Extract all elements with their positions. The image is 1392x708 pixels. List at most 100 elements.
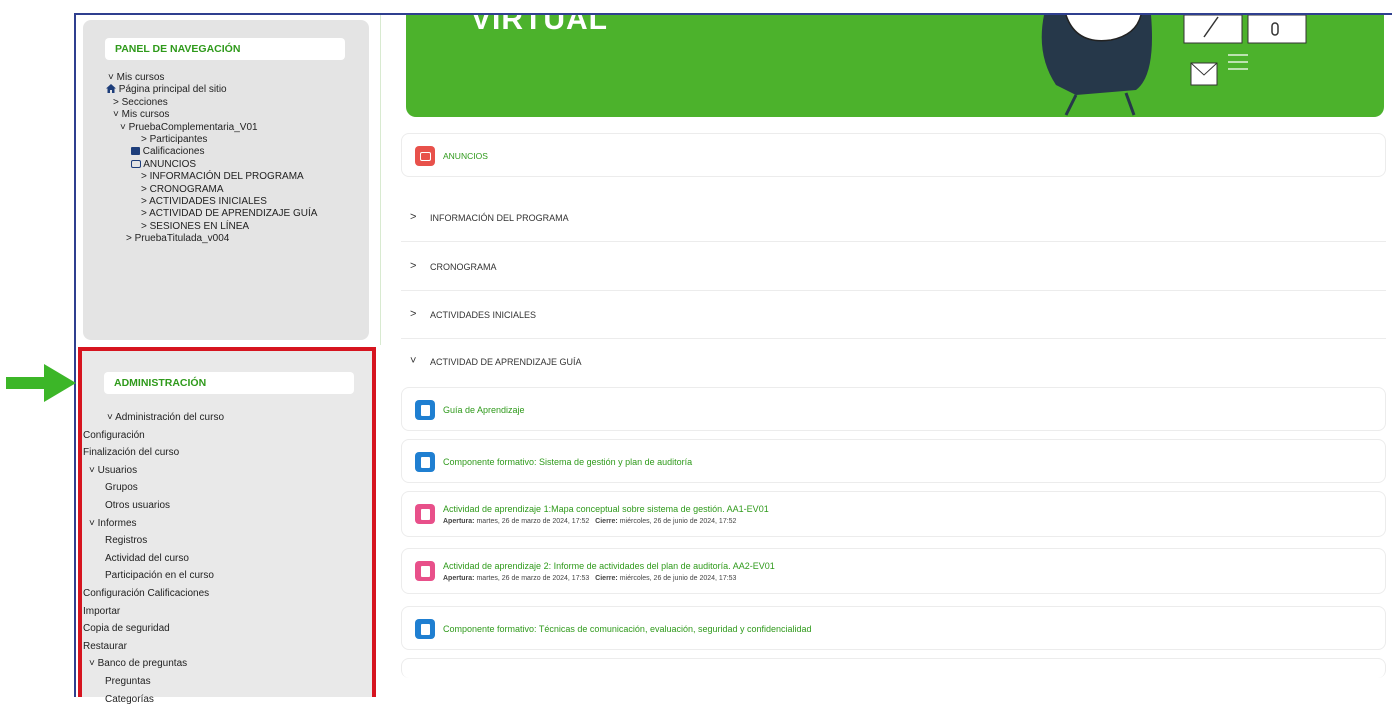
nav-item-actividad-guia[interactable]: > ACTIVIDAD DE APRENDIZAJE GUÍA	[106, 208, 321, 220]
nav-item-label: ACTIVIDADES INICIALES	[149, 196, 267, 207]
admin-item[interactable]: Copia de seguridad	[83, 620, 224, 638]
banner-title: VIRTUAL	[471, 15, 608, 37]
open-label: Apertura:	[443, 575, 475, 582]
admin-item-label: Importar	[83, 606, 120, 617]
chevron-right-icon: >	[410, 308, 416, 320]
nav-item-mis-cursos-2[interactable]: ˅ Mis cursos	[106, 109, 341, 121]
admin-item[interactable]: ˅ Administración del curso	[105, 409, 224, 427]
admin-item[interactable]: Finalización del curso	[83, 444, 224, 462]
banner-illustration	[1036, 15, 1366, 117]
admin-item[interactable]: ˅ Usuarios	[89, 462, 224, 480]
nav-item-calificaciones[interactable]: Calificaciones	[106, 146, 341, 158]
announcements-card[interactable]: ANUNCIOS	[401, 133, 1386, 177]
activity-dates: Apertura: martes, 26 de marzo de 2024, 1…	[443, 518, 736, 525]
nav-item-info-programa[interactable]: > INFORMACIÓN DEL PROGRAMA	[106, 171, 341, 183]
nav-item-anuncios[interactable]: ANUNCIOS	[106, 159, 341, 171]
admin-item[interactable]: Restaurar	[83, 638, 224, 656]
nav-item-label: SESIONES EN LÍNEA	[150, 221, 249, 232]
navigation-panel: PANEL DE NAVEGACIÓN ˅ Mis cursos Página …	[83, 20, 369, 340]
activity-link[interactable]: Guía de Aprendizaje	[443, 405, 525, 415]
pointer-arrow-icon	[6, 362, 78, 404]
chevron-right-icon: >	[410, 211, 416, 223]
administration-panel: ADMINISTRACIÓN ˅ Administración del curs…	[78, 347, 376, 697]
admin-item-label: Usuarios	[98, 465, 137, 476]
activity-aa2[interactable]: Actividad de aprendizaje 2: Informe de a…	[401, 548, 1386, 594]
admin-item[interactable]: Importar	[83, 603, 224, 621]
nav-item-cronograma[interactable]: > CRONOGRAMA	[106, 184, 341, 196]
open-date: martes, 26 de marzo de 2024, 17:53	[476, 575, 589, 582]
activity-dates: Apertura: martes, 26 de marzo de 2024, 1…	[443, 575, 736, 582]
nav-item-label: ANUNCIOS	[143, 159, 196, 170]
admin-item[interactable]: Configuración	[83, 427, 224, 445]
nav-item-label: Mis cursos	[122, 109, 170, 120]
admin-item[interactable]: ˅ Banco de preguntas	[89, 655, 224, 673]
grades-table-icon	[131, 147, 140, 155]
admin-item-label: Grupos	[105, 482, 138, 493]
admin-item[interactable]: Categorías	[105, 691, 224, 708]
nav-item-secciones[interactable]: > Secciones	[106, 97, 341, 109]
administration-tree: ˅ Administración del curso Configuración…	[105, 409, 224, 708]
activity-aa1[interactable]: Actividad de aprendizaje 1:Mapa conceptu…	[401, 491, 1386, 537]
file-icon	[415, 452, 435, 472]
admin-item[interactable]: ˅ Informes	[89, 515, 224, 533]
admin-item-label: Copia de seguridad	[83, 623, 170, 634]
admin-item[interactable]: Preguntas	[105, 673, 224, 691]
admin-item-label: Actividad del curso	[105, 553, 189, 564]
assignment-icon	[415, 561, 435, 581]
nav-item-label: PruebaComplementaria_V01	[129, 122, 258, 133]
forum-icon	[415, 146, 435, 166]
admin-item[interactable]: Registros	[105, 532, 224, 550]
admin-item-label: Finalización del curso	[83, 447, 179, 458]
nav-item-course[interactable]: ˅ PruebaComplementaria_V01	[106, 122, 341, 134]
chevron-right-icon: >	[410, 260, 416, 272]
navigation-tree: ˅ Mis cursos Página principal del sitio …	[106, 72, 341, 246]
forum-icon	[131, 160, 141, 168]
admin-item[interactable]: Grupos	[105, 479, 224, 497]
section-cronograma[interactable]: > CRONOGRAMA	[401, 242, 1386, 291]
nav-item-label: Participantes	[150, 134, 208, 145]
file-icon	[415, 619, 435, 639]
section-actividades-iniciales[interactable]: > ACTIVIDADES INICIALES	[401, 290, 1386, 339]
section-informacion-programa[interactable]: > INFORMACIÓN DEL PROGRAMA	[401, 193, 1386, 242]
activity-componente-2[interactable]: Componente formativo: Técnicas de comuni…	[401, 606, 1386, 650]
navigation-panel-title: PANEL DE NAVEGACIÓN	[105, 38, 345, 60]
nav-item-sesiones[interactable]: > SESIONES EN LÍNEA	[106, 221, 341, 233]
column-divider	[380, 15, 381, 345]
activity-link[interactable]: Componente formativo: Sistema de gestión…	[443, 457, 692, 467]
activity-guia[interactable]: Guía de Aprendizaje	[401, 387, 1386, 431]
home-icon	[106, 84, 116, 93]
chevron-down-icon: ˅	[410, 355, 416, 367]
activity-link[interactable]: Componente formativo: Técnicas de comuni…	[443, 624, 812, 634]
administration-panel-title: ADMINISTRACIÓN	[104, 372, 354, 394]
close-label: Cierre:	[595, 518, 618, 525]
admin-item[interactable]: Participación en el curso	[105, 567, 224, 585]
close-label: Cierre:	[595, 575, 618, 582]
nav-item-prueba-titulada[interactable]: > PruebaTitulada_v004	[106, 233, 341, 245]
admin-item-label: Categorías	[105, 694, 154, 705]
nav-item-label: INFORMACIÓN DEL PROGRAMA	[150, 171, 304, 182]
activity-link[interactable]: Actividad de aprendizaje 1:Mapa conceptu…	[443, 504, 769, 514]
admin-item[interactable]: Actividad del curso	[105, 550, 224, 568]
section-title: ACTIVIDADES INICIALES	[430, 310, 536, 320]
nav-item-mis-cursos[interactable]: ˅ Mis cursos	[106, 72, 341, 84]
admin-item[interactable]: Otros usuarios	[105, 497, 224, 515]
admin-item-label: Banco de preguntas	[98, 658, 188, 669]
nav-item-label: PruebaTitulada_v004	[135, 233, 230, 244]
close-date: miércoles, 26 de junio de 2024, 17:53	[620, 575, 737, 582]
activity-partial	[401, 658, 1386, 678]
activity-link[interactable]: Actividad de aprendizaje 2: Informe de a…	[443, 561, 775, 571]
admin-item-label: Registros	[105, 535, 147, 546]
section-title: INFORMACIÓN DEL PROGRAMA	[430, 213, 569, 223]
admin-item[interactable]: Configuración Calificaciones	[83, 585, 224, 603]
admin-item-label: Otros usuarios	[105, 500, 170, 511]
activity-componente-1[interactable]: Componente formativo: Sistema de gestión…	[401, 439, 1386, 483]
admin-item-label: Preguntas	[105, 676, 151, 687]
section-title: CRONOGRAMA	[430, 262, 497, 272]
nav-item-label: CRONOGRAMA	[150, 184, 224, 195]
nav-item-home[interactable]: Página principal del sitio	[106, 84, 341, 96]
nav-item-actividades-iniciales[interactable]: > ACTIVIDADES INICIALES	[106, 196, 341, 208]
nav-item-participantes[interactable]: > Participantes	[106, 134, 341, 146]
announcements-link[interactable]: ANUNCIOS	[443, 151, 488, 161]
admin-item-label: Restaurar	[83, 641, 127, 652]
section-actividad-guia[interactable]: ˅ ACTIVIDAD DE APRENDIZAJE GUÍA	[401, 337, 1386, 385]
